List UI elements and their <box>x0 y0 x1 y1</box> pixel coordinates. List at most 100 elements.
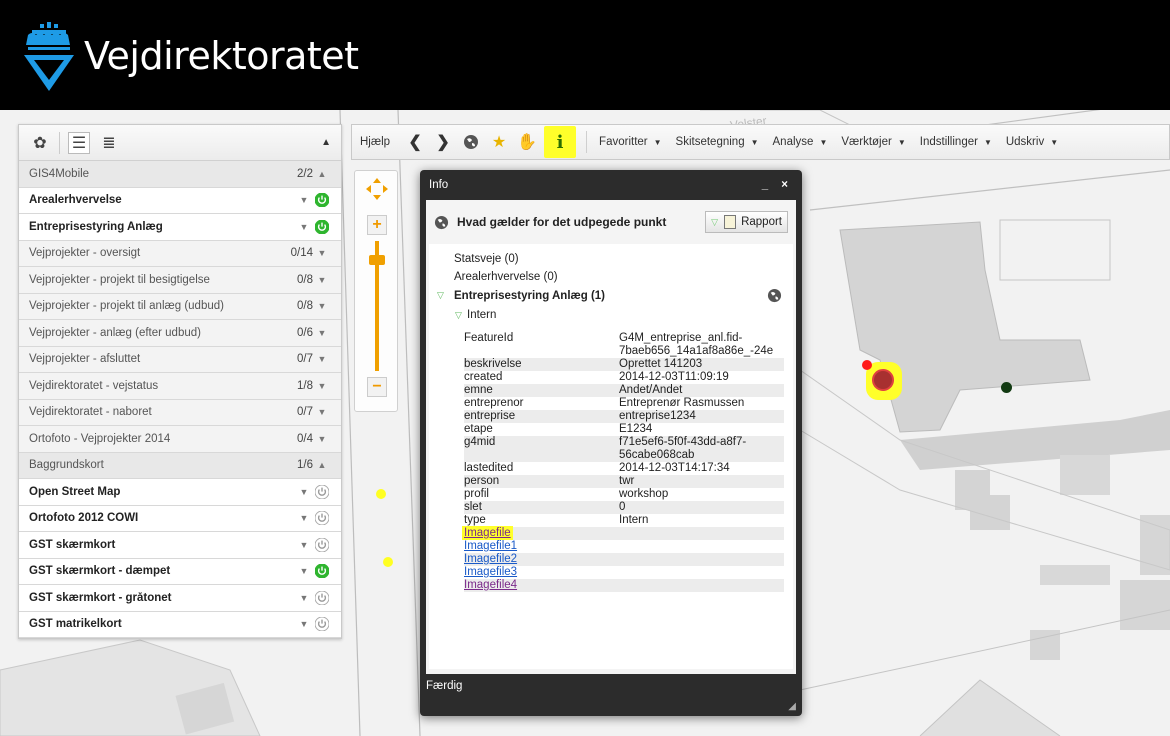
imagefile-link[interactable]: Imagefile1 <box>464 540 517 552</box>
chevron-icon[interactable]: ▼ <box>313 354 331 364</box>
power-toggle-icon[interactable] <box>313 509 331 527</box>
list-detail-icon[interactable]: ≣ <box>98 132 120 154</box>
result-statsveje[interactable]: Statsveje (0) <box>454 253 519 265</box>
layer-label: GIS4Mobile <box>29 167 90 180</box>
power-toggle-icon[interactable] <box>313 589 331 607</box>
zoom-in-button[interactable]: + <box>367 215 387 235</box>
menu-udskriv[interactable]: Udskriv ▼ <box>1006 136 1058 148</box>
point-marker-yellow[interactable] <box>383 557 393 567</box>
collapse-panel-button[interactable]: ▲ <box>321 137 331 148</box>
chevron-icon[interactable]: ▼ <box>295 540 313 550</box>
power-toggle-icon[interactable] <box>313 536 331 554</box>
layer-row[interactable]: Vejprojekter - anlæg (efter udbud) 0/6 ▼ <box>19 320 341 347</box>
menu-analyse[interactable]: Analyse ▼ <box>773 136 828 148</box>
star-icon[interactable]: ★ <box>488 130 510 154</box>
globe-icon[interactable] <box>767 288 782 303</box>
gear-icon[interactable]: ✿ <box>29 132 51 154</box>
layer-row[interactable]: Vejdirektoratet - naboret 0/7 ▼ <box>19 399 341 426</box>
layer-row[interactable]: GIS4Mobile 2/2 ▲ <box>19 161 341 188</box>
hand-icon[interactable]: ✋ <box>516 130 538 154</box>
layer-row[interactable]: Arealerhvervelse ▼ <box>19 187 341 214</box>
forward-icon[interactable]: ❯ <box>432 130 454 154</box>
attribute-key: created <box>464 371 503 383</box>
power-toggle-icon[interactable] <box>313 218 331 236</box>
power-toggle-icon[interactable] <box>313 483 331 501</box>
layer-row[interactable]: GST skærmkort ▼ <box>19 532 341 559</box>
chevron-icon[interactable]: ▼ <box>295 566 313 576</box>
attribute-row: entreprenor Entreprenør Rasmussen <box>464 397 784 410</box>
imagefile-link[interactable]: Imagefile2 <box>464 553 517 565</box>
chevron-icon[interactable]: ▼ <box>313 328 331 338</box>
selected-point-marker[interactable] <box>872 369 894 391</box>
imagefile-link[interactable]: Imagefile <box>462 526 513 540</box>
report-icon <box>724 215 737 229</box>
chevron-icon[interactable]: ▼ <box>295 222 313 232</box>
point-marker-yellow[interactable] <box>376 489 386 499</box>
imagefile-link[interactable]: Imagefile4 <box>464 579 517 591</box>
list-icon[interactable]: ☰ <box>68 131 90 154</box>
chevron-icon[interactable]: ▼ <box>295 487 313 497</box>
power-toggle-icon[interactable] <box>313 615 331 633</box>
chevron-icon[interactable]: ▼ <box>313 434 331 444</box>
layer-list: GIS4Mobile 2/2 ▲ Arealerhvervelse ▼ Entre… <box>19 161 341 638</box>
point-marker-red[interactable] <box>862 360 872 370</box>
layer-row[interactable]: GST matrikelkort ▼ <box>19 611 341 638</box>
layer-row[interactable]: GST skærmkort - dæmpet ▼ <box>19 558 341 585</box>
layer-row[interactable]: Vejprojekter - oversigt 0/14 ▼ <box>19 240 341 267</box>
layer-row[interactable]: Ortofoto 2012 COWI ▼ <box>19 505 341 532</box>
help-button[interactable]: Hjælp <box>360 136 390 148</box>
attribute-table: FeatureId G4M_entreprise_anl.fid-7baeb656… <box>462 332 784 592</box>
chevron-icon[interactable]: ▼ <box>295 619 313 629</box>
pan-arrows-icon[interactable] <box>365 177 389 201</box>
chevron-icon[interactable]: ▼ <box>313 301 331 311</box>
chevron-icon[interactable]: ▼ <box>295 195 313 205</box>
result-arealerhvervelse[interactable]: Arealerhvervelse (0) <box>454 271 558 283</box>
chevron-icon[interactable]: ▼ <box>313 381 331 391</box>
attribute-key: entreprise <box>464 410 516 422</box>
info-icon[interactable]: i <box>544 126 577 158</box>
attribute-key: beskrivelse <box>464 358 522 370</box>
layer-row[interactable]: Baggrundskort 1/6 ▲ <box>19 452 341 479</box>
expand-icon[interactable]: ▽ <box>455 310 462 321</box>
point-marker-dark[interactable] <box>1001 382 1012 393</box>
chevron-icon[interactable]: ▼ <box>313 248 331 258</box>
chevron-icon[interactable]: ▼ <box>295 513 313 523</box>
layer-row[interactable]: Vejprojekter - afsluttet 0/7 ▼ <box>19 346 341 373</box>
window-controls[interactable]: _ × <box>762 179 793 191</box>
resize-grip-icon[interactable]: ◢ <box>788 701 796 712</box>
layer-count: 0/14 <box>290 247 313 260</box>
power-toggle-icon[interactable] <box>313 191 331 209</box>
globe-icon[interactable] <box>460 130 482 154</box>
result-entreprisestyring[interactable]: Entreprisestyring Anlæg (1) <box>454 290 605 302</box>
attribute-row: lastedited 2014-12-03T14:17:34 <box>464 462 784 475</box>
chevron-icon[interactable]: ▲ <box>313 169 331 179</box>
rapport-button[interactable]: ▽ Rapport <box>705 211 788 233</box>
layer-row[interactable]: Entreprisestyring Anlæg ▼ <box>19 214 341 241</box>
menu-vrktjer[interactable]: Værktøjer ▼ <box>841 136 905 148</box>
layer-row[interactable]: Vejprojekter - projekt til anlæg (udbud)… <box>19 293 341 320</box>
menu-favoritter[interactable]: Favoritter ▼ <box>599 136 662 148</box>
back-icon[interactable]: ❮ <box>404 130 426 154</box>
chevron-icon[interactable]: ▼ <box>313 275 331 285</box>
menu-indstillinger[interactable]: Indstillinger ▼ <box>920 136 992 148</box>
attribute-row: emne Andet/Andet <box>464 384 784 397</box>
info-dialog-titlebar[interactable]: Info _ × <box>420 170 802 200</box>
logo: Vejdirektoratet <box>20 22 359 92</box>
chevron-down-icon: ▼ <box>897 137 906 147</box>
result-intern[interactable]: Intern <box>467 309 496 321</box>
layer-row[interactable]: Vejdirektoratet - vejstatus 1/8 ▼ <box>19 373 341 400</box>
chevron-icon[interactable]: ▼ <box>295 593 313 603</box>
imagefile-link[interactable]: Imagefile3 <box>464 566 517 578</box>
chevron-icon[interactable]: ▲ <box>313 460 331 470</box>
layer-row[interactable]: GST skærmkort - gråtonet ▼ <box>19 585 341 612</box>
layer-row[interactable]: Ortofoto - Vejprojekter 2014 0/4 ▼ <box>19 426 341 453</box>
power-toggle-icon[interactable] <box>313 562 331 580</box>
zoom-out-button[interactable]: − <box>367 377 387 397</box>
chevron-icon[interactable]: ▼ <box>313 407 331 417</box>
layer-row[interactable]: Vejprojekter - projekt til besigtigelse … <box>19 267 341 294</box>
expand-icon[interactable]: ▽ <box>437 290 444 301</box>
zoom-slider-handle[interactable] <box>369 255 385 265</box>
menu-skitsetegning[interactable]: Skitsetegning ▼ <box>676 136 759 148</box>
chevron-down-icon: ▼ <box>983 137 992 147</box>
layer-row[interactable]: Open Street Map ▼ <box>19 479 341 506</box>
